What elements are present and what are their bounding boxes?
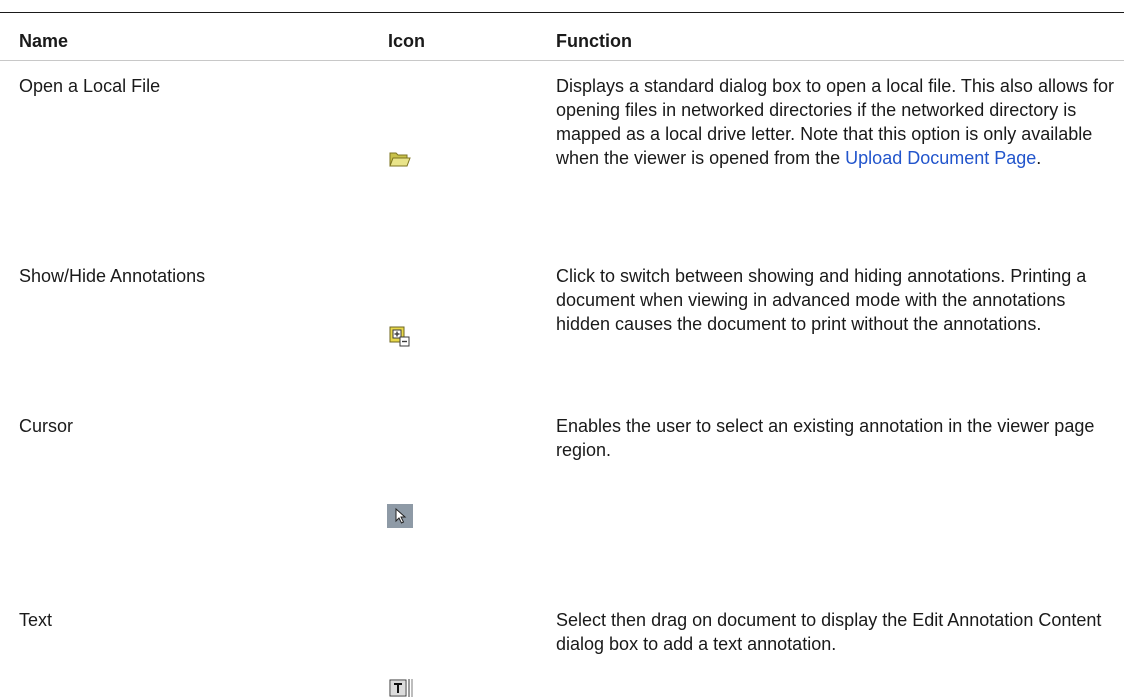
row-name: Show/Hide Annotations bbox=[19, 266, 206, 286]
show-hide-annotations-icon[interactable] bbox=[389, 326, 411, 348]
open-folder-icon[interactable] bbox=[389, 150, 411, 168]
row-name: Text bbox=[19, 610, 53, 630]
header-icon: Icon bbox=[388, 31, 426, 51]
table-row: Open a Local File Displays a standard di… bbox=[0, 70, 1124, 260]
cursor-arrow-icon[interactable] bbox=[387, 504, 413, 528]
function-text-end: . bbox=[1036, 148, 1042, 168]
table-header-row: Name Icon Function bbox=[0, 12, 1124, 61]
row-function: Click to switch between showing and hidi… bbox=[556, 266, 1087, 334]
header-name: Name bbox=[19, 31, 69, 51]
table-row: Text Select then drag on document to dis… bbox=[0, 566, 1124, 700]
row-name: Open a Local File bbox=[19, 76, 161, 96]
row-function: Displays a standard dialog box to open a… bbox=[556, 74, 1122, 170]
row-function: Select then drag on document to display … bbox=[556, 610, 1102, 654]
table-row: Show/Hide Annotations Click to switch be… bbox=[0, 260, 1124, 400]
row-function: Enables the user to select an existing a… bbox=[556, 416, 1095, 460]
upload-document-page-link[interactable]: Upload Document Page bbox=[845, 148, 1036, 168]
row-name: Cursor bbox=[19, 416, 74, 436]
text-annotation-icon[interactable] bbox=[389, 678, 415, 698]
header-function: Function bbox=[556, 31, 632, 51]
table-row: Cursor Enables the user to select an exi… bbox=[0, 400, 1124, 566]
